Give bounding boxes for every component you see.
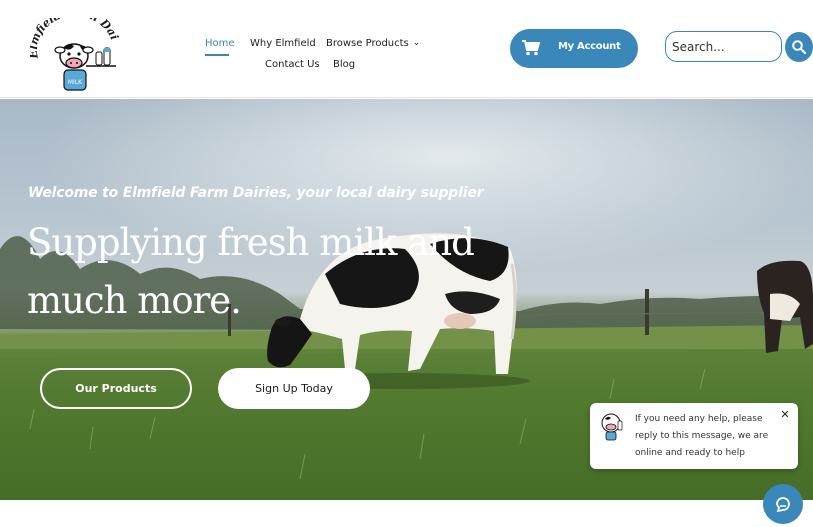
- hero-title: Supplying fresh milk and much more.: [27, 221, 475, 322]
- nav-item-blog[interactable]: Blog: [333, 59, 355, 70]
- my-account-button[interactable]: My Account: [510, 29, 638, 68]
- chat-icon: [776, 497, 790, 513]
- sign-up-today-button[interactable]: Sign Up Today: [218, 368, 370, 409]
- site-logo[interactable]: Elmfield Farm Dairies MILK: [27, 6, 124, 94]
- chevron-down-icon: ⌄: [412, 38, 421, 48]
- logo-graphic: Elmfield Farm Dairies MILK: [27, 6, 121, 91]
- nav-item-browse-products-label: Browse Products: [326, 38, 409, 49]
- search-box: [665, 31, 782, 62]
- chat-avatar-logo: [601, 413, 623, 441]
- chat-popup: If you need any help, please reply to th…: [590, 403, 798, 469]
- search-button[interactable]: [785, 32, 813, 62]
- my-account-label: My Account: [558, 41, 621, 52]
- close-icon[interactable]: ✕: [779, 409, 791, 421]
- nav-active-underline: [205, 54, 229, 56]
- chat-launcher-button[interactable]: [763, 484, 803, 524]
- logo-milk-label: MILK: [68, 79, 83, 86]
- nav-item-why-elmfield[interactable]: Why Elmfield: [250, 38, 316, 49]
- nav-item-contact-us[interactable]: Contact Us: [265, 59, 320, 70]
- nav-item-browse-products[interactable]: Browse Products ⌄: [326, 38, 420, 49]
- hero-subtitle: Welcome to Elmfield Farm Dairies, your l…: [28, 185, 484, 201]
- cart-icon: [522, 40, 540, 56]
- our-products-button[interactable]: Our Products: [40, 368, 192, 409]
- main-nav: Home Why Elmfield Browse Products ⌄ Conta…: [200, 36, 430, 76]
- search-icon: [792, 40, 806, 54]
- chat-message: If you need any help, please reply to th…: [635, 414, 769, 458]
- search-input[interactable]: [672, 38, 776, 56]
- nav-item-home[interactable]: Home: [205, 38, 235, 49]
- site-header: Elmfield Farm Dairies MILK Home Why Elmf…: [0, 0, 813, 98]
